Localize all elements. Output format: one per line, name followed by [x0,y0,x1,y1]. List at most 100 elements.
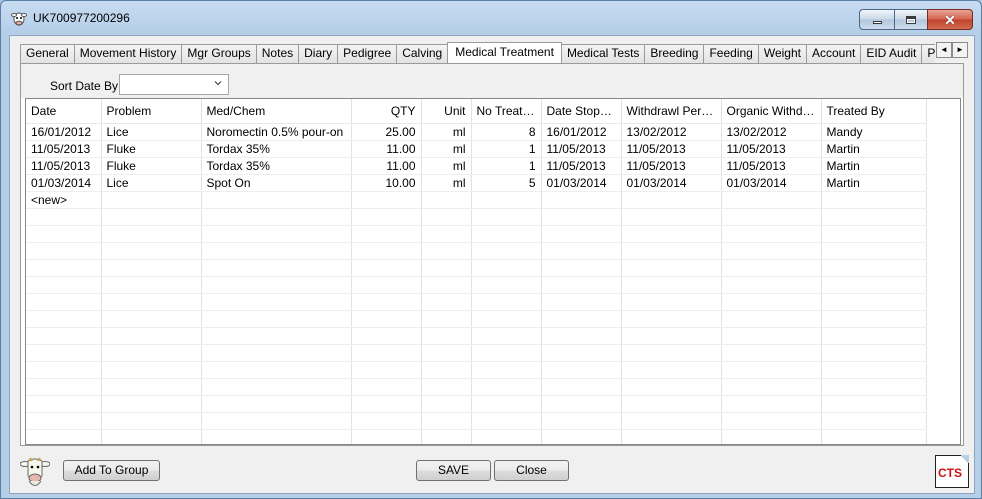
table-cell[interactable]: ml [421,174,472,192]
table-cell[interactable]: 11/05/2013 [26,157,102,175]
table-cell[interactable]: 11/05/2013 [541,140,622,158]
close-window-button[interactable]: ✕ [927,9,973,30]
table-row[interactable]: 16/01/2012 Lice Noromectin 0.5% pour-on 25.… [26,123,927,141]
column-header[interactable]: QTY [351,99,422,124]
tab-weight[interactable]: Weight [757,44,807,63]
empty-cell [26,378,102,396]
sort-date-label: Sort Date By: [50,79,122,93]
table-cell[interactable]: 5 [471,174,542,192]
table-cell[interactable] [101,191,202,209]
column-header[interactable]: Unit [421,99,472,124]
close-button[interactable]: Close [494,460,569,481]
table-cell[interactable]: 10.00 [351,174,422,192]
table-cell[interactable]: 16/01/2012 [26,123,102,141]
table-cell[interactable]: Martin [821,157,927,175]
table-cell[interactable]: Martin [821,174,927,192]
column-header[interactable]: No Treated [471,99,542,124]
new-row-label[interactable]: <new> [26,191,102,209]
table-cell[interactable] [821,191,927,209]
column-header[interactable]: Med/Chem [201,99,352,124]
caption-buttons: ✕ [859,9,973,30]
add-to-group-button[interactable]: Add To Group [63,460,160,481]
table-row[interactable]: 11/05/2013 Fluke Tordax 35% 11.00 ml 1 11/05/2… [26,140,927,158]
tab-breeding[interactable]: Breeding [644,44,705,63]
tab-diary[interactable]: Diary [298,44,339,63]
table-cell[interactable]: Lice [101,174,202,192]
table-cell[interactable]: 01/03/2014 [721,174,822,192]
table-cell[interactable] [471,191,542,209]
tab-scroll-left-button[interactable]: ◄ [936,42,952,58]
table-cell[interactable]: Tordax 35% [201,157,352,175]
tab-pedigree[interactable]: Pedigree [337,44,398,63]
table-cell[interactable]: 1 [471,140,542,158]
empty-cell [351,276,422,294]
table-cell[interactable]: 11/05/2013 [541,157,622,175]
table-cell[interactable]: 11/05/2013 [26,140,102,158]
tab-general[interactable]: General [20,44,75,63]
tab-calving[interactable]: Calving [396,44,449,63]
table-cell[interactable]: Tordax 35% [201,140,352,158]
table-cell[interactable]: 13/02/2012 [621,123,722,141]
table-cell[interactable]: 8 [471,123,542,141]
table-cell[interactable]: 11.00 [351,157,422,175]
table-row[interactable]: 01/03/2014 Lice Spot On 10.00 ml 5 01/03/2014 0… [26,174,927,192]
table-cell[interactable]: 13/02/2012 [721,123,822,141]
table-cell[interactable] [421,191,472,209]
tab-medical-treatment[interactable]: Medical Treatment [447,42,562,63]
table-cell[interactable] [351,191,422,209]
column-header[interactable]: Organic Withdra... [721,99,822,124]
tab-eid-audit[interactable]: EID Audit [860,44,923,63]
table-cell[interactable]: Lice [101,123,202,141]
table-cell[interactable] [541,191,622,209]
table-cell[interactable]: Fluke [101,140,202,158]
table-cell[interactable]: 01/03/2014 [26,174,102,192]
table-cell[interactable]: Spot On [201,174,352,192]
title-bar[interactable]: UK700977200296 ✕ [1,1,981,35]
column-header[interactable]: Withdrawl Perio... [621,99,722,124]
table-cell[interactable]: 11.00 [351,140,422,158]
table-cell[interactable]: 11/05/2013 [721,157,822,175]
empty-cell [721,293,822,311]
empty-cell [821,395,927,413]
table-cell[interactable]: 01/03/2014 [541,174,622,192]
maximize-button[interactable] [894,9,928,30]
table-cell[interactable] [621,191,722,209]
table-cell[interactable] [721,191,822,209]
table-row[interactable]: 11/05/2013 Fluke Tordax 35% 11.00 ml 1 11/05/2… [26,157,927,175]
table-cell[interactable]: Noromectin 0.5% pour-on [201,123,352,141]
column-header[interactable]: Treated By [821,99,927,124]
column-header[interactable]: Problem [101,99,202,124]
new-row[interactable]: <new> [26,191,927,209]
table-cell[interactable]: ml [421,140,472,158]
table-cell[interactable]: ml [421,123,472,141]
treatment-grid[interactable]: Date Problem Med/Chem QTY Unit No Treated Date… [25,98,961,445]
empty-cell [541,242,622,260]
table-cell[interactable]: 16/01/2012 [541,123,622,141]
tab-feeding[interactable]: Feeding [703,44,759,63]
tab-movement-history[interactable]: Movement History [73,44,183,63]
table-cell[interactable]: Fluke [101,157,202,175]
save-button[interactable]: SAVE [416,460,491,481]
table-cell[interactable]: 1 [471,157,542,175]
tab-notes[interactable]: Notes [255,44,300,63]
table-cell[interactable]: 25.00 [351,123,422,141]
tab-scroll-right-button[interactable]: ► [952,42,968,58]
table-cell[interactable]: 11/05/2013 [721,140,822,158]
table-cell[interactable]: 11/05/2013 [621,140,722,158]
column-header[interactable]: Date Stopped [541,99,622,124]
table-cell[interactable]: 11/05/2013 [621,157,722,175]
tab-medical-tests[interactable]: Medical Tests [560,44,646,63]
column-header[interactable]: Date [26,99,102,124]
minimize-button[interactable] [859,9,895,30]
sort-date-select[interactable] [119,74,229,95]
empty-cell [471,225,542,243]
table-cell[interactable]: ml [421,157,472,175]
table-cell[interactable]: Mandy [821,123,927,141]
tab-mgr-groups[interactable]: Mgr Groups [181,44,257,63]
table-cell[interactable]: Martin [821,140,927,158]
table-cell[interactable]: 01/03/2014 [621,174,722,192]
table-cell[interactable] [201,191,352,209]
empty-cell [421,276,472,294]
tab-pictures[interactable]: Pictures [921,44,935,63]
tab-account[interactable]: Account [805,44,862,63]
